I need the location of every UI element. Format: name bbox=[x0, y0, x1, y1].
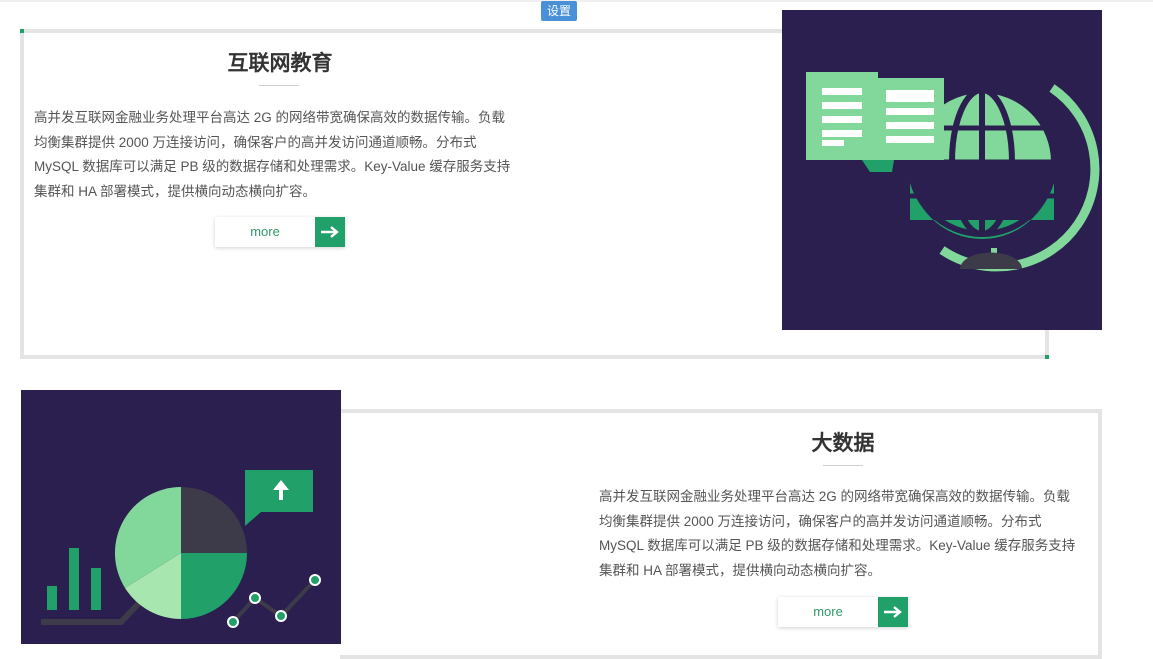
book-globe-illustration bbox=[782, 10, 1102, 330]
section-description: 高并发互联网金融业务处理平台高达 2G 的网络带宽确保高效的数据传输。负载 均衡… bbox=[599, 485, 1099, 583]
settings-button[interactable]: 设置 bbox=[541, 1, 577, 21]
description-line: 集群和 HA 部署模式，提供横向动态横向扩容。 bbox=[599, 562, 882, 578]
description-line: 高并发互联网金融业务处理平台高达 2G 的网络带宽确保高效的数据传输。负载 bbox=[34, 110, 506, 125]
description-line: 均衡集群提供 2000 万连接访问，确保客户的高并发访问通道顺畅。分布式 bbox=[34, 134, 477, 150]
section-title: 大数据 bbox=[811, 432, 875, 455]
section-title: 互联网教育 bbox=[227, 52, 333, 75]
arrow-right-icon bbox=[315, 217, 345, 247]
section-description: 高并发互联网金融业务处理平台高达 2G 的网络带宽确保高效的数据传输。负载 均衡… bbox=[34, 106, 534, 204]
more-label: more bbox=[250, 224, 280, 239]
description-line: MySQL 数据库可以满足 PB 级的数据存储和处理需求。Key-Value 缓… bbox=[34, 159, 511, 174]
description-line: 集群和 HA 部署模式，提供横向动态横向扩容。 bbox=[34, 183, 317, 199]
description-line: 均衡集群提供 2000 万连接访问，确保客户的高并发访问通道顺畅。分布式 bbox=[599, 513, 1042, 529]
description-line: 高并发互联网金融业务处理平台高达 2G 的网络带宽确保高效的数据传输。负载 bbox=[599, 489, 1071, 504]
description-line: MySQL 数据库可以满足 PB 级的数据存储和处理需求。Key-Value 缓… bbox=[599, 538, 1076, 553]
more-label: more bbox=[813, 604, 843, 619]
more-button[interactable]: more bbox=[778, 597, 908, 627]
card-corner-accent bbox=[1045, 355, 1049, 359]
title-underline bbox=[823, 465, 863, 466]
title-underline bbox=[259, 85, 299, 86]
card-corner-accent bbox=[20, 29, 24, 33]
pie-chart-illustration bbox=[21, 390, 341, 644]
arrow-right-icon bbox=[878, 597, 908, 627]
more-button[interactable]: more bbox=[215, 217, 345, 247]
